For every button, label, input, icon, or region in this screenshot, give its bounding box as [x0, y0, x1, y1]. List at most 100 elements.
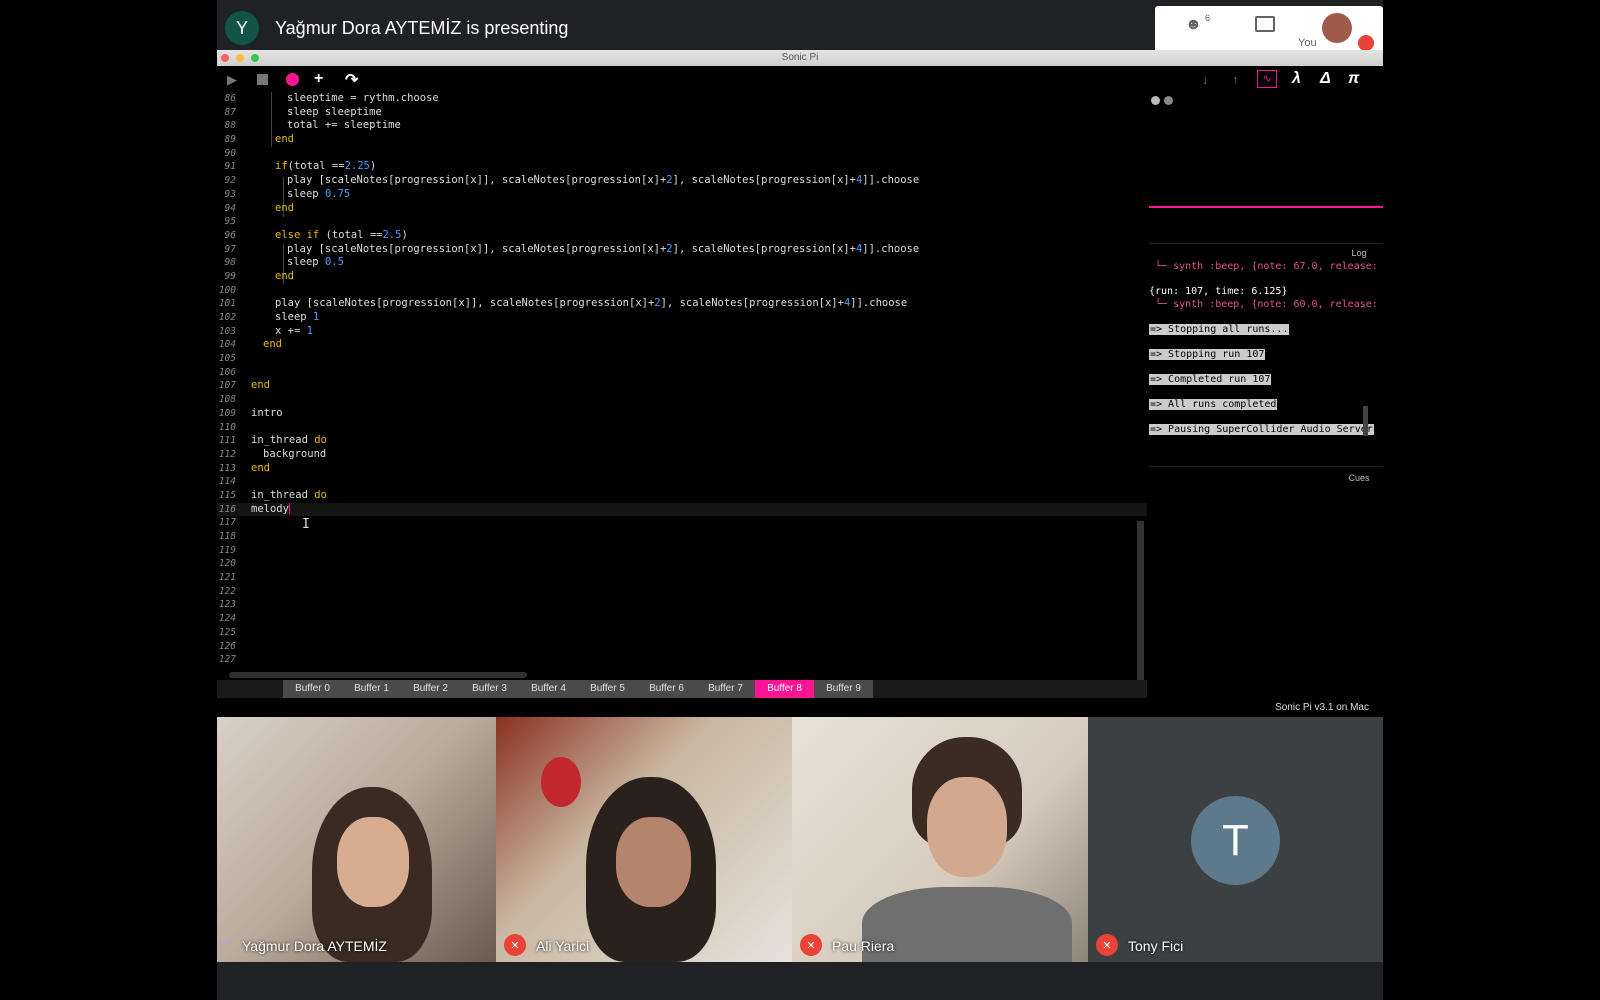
buffer-tab[interactable]: Buffer 5 — [578, 680, 637, 698]
code-line[interactable]: 95 — [217, 215, 1147, 229]
editor-horizontal-scrollbar[interactable] — [229, 672, 527, 678]
editor-vertical-scrollbar[interactable] — [1137, 521, 1144, 691]
code-line[interactable]: 126 — [217, 640, 1147, 654]
delta-icon[interactable]: Δ — [1320, 70, 1331, 88]
participant-tile[interactable]: ✕ Ali Yarici — [496, 717, 792, 962]
log-text: => Stopping run 107 — [1149, 349, 1266, 360]
line-number: 96 — [224, 229, 236, 241]
code-line[interactable]: 90 — [217, 147, 1147, 161]
code-line[interactable]: 103 x += 1 — [217, 325, 1147, 339]
code-line[interactable]: 118 — [217, 530, 1147, 544]
line-number: 103 — [218, 325, 236, 337]
code-line[interactable]: 89 end — [217, 133, 1147, 147]
log-scrollbar[interactable] — [1363, 406, 1368, 436]
log-entry: └─ synth :beep, {note: 60.0, release: 0.… — [1149, 299, 1383, 310]
code-line[interactable]: 104 end — [217, 338, 1147, 352]
participant-tile[interactable]: T ✕ Tony Fici — [1088, 717, 1383, 962]
meet-stage: Y Yağmur Dora AYTEMİZ is presenting ☻ 6 … — [217, 0, 1383, 1000]
code-line[interactable]: 117 — [217, 516, 1147, 530]
participant-face — [927, 777, 1007, 877]
scope-icon[interactable]: ∿ — [1257, 70, 1277, 88]
code-line[interactable]: 108 — [217, 393, 1147, 407]
lambda-icon[interactable]: λ — [1292, 70, 1301, 88]
buffer-tab[interactable]: Buffer 6 — [637, 680, 696, 698]
code-line[interactable]: 86 sleeptime = rythm.choose — [217, 92, 1147, 106]
code-line[interactable]: 109 intro — [217, 407, 1147, 421]
code-line[interactable]: 93 sleep 0.75 — [217, 188, 1147, 202]
code-line[interactable]: 115 in_thread do — [217, 489, 1147, 503]
code-text: sleep 0.5 — [287, 256, 344, 270]
code-line[interactable]: 116 melody — [217, 502, 1147, 517]
sonic-pi-body: ▶ + ↷ ↓ ↑ ∿ λ Δ π I 86 sleeptime = rythm.… — [217, 66, 1383, 717]
code-token: ], scaleNotes[progression[x]+ — [672, 174, 856, 187]
code-token: ], scaleNotes[progression[x]+ — [660, 297, 844, 310]
scope-close-icon[interactable] — [1151, 96, 1160, 105]
code-token: in_thread — [251, 488, 315, 501]
chat-icon[interactable] — [1255, 16, 1275, 32]
log-text: => Stopping all runs... — [1149, 324, 1290, 335]
code-line[interactable]: 98 sleep 0.5 — [217, 256, 1147, 270]
down-arrow-icon[interactable]: ↓ — [1202, 72, 1209, 87]
pi-icon[interactable]: π — [1348, 70, 1359, 88]
code-line[interactable]: 106 — [217, 366, 1147, 380]
code-text: end — [263, 338, 282, 352]
code-line[interactable]: 94 end — [217, 202, 1147, 216]
code-line[interactable]: 110 — [217, 421, 1147, 435]
log-entry: └─ synth :beep, {note: 67.0, release: 0.… — [1149, 261, 1383, 272]
buffer-tab[interactable]: Buffer 4 — [519, 680, 578, 698]
stop-icon[interactable] — [257, 74, 268, 85]
buffer-tab[interactable]: Buffer 1 — [342, 680, 401, 698]
code-line[interactable]: 105 — [217, 352, 1147, 366]
code-line[interactable]: 88 total += sleeptime — [217, 119, 1147, 133]
code-line[interactable]: 111 in_thread do — [217, 434, 1147, 448]
line-number: 109 — [218, 407, 236, 419]
scope-toggle-icon[interactable] — [1164, 96, 1173, 105]
log-text: => Pausing SuperCollider Audio Server — [1149, 424, 1374, 435]
code-line[interactable]: 127 — [217, 653, 1147, 667]
line-number: 102 — [218, 312, 236, 323]
buffer-tab[interactable]: Buffer 0 — [283, 680, 342, 698]
code-line[interactable]: 113 end — [217, 462, 1147, 476]
corner-icon[interactable]: ↷ — [345, 70, 358, 90]
code-editor[interactable]: I 86 sleeptime = rythm.choose 87 sleep slee… — [217, 92, 1147, 677]
code-line[interactable]: 119 — [217, 544, 1147, 558]
code-line[interactable]: 91 if(total ==2.25) — [217, 160, 1147, 174]
buffer-tab[interactable]: Buffer 8 — [755, 680, 814, 698]
participant-tile[interactable]: ✕ Pau Riera — [792, 717, 1088, 962]
mic-off-icon: ✕ — [800, 934, 822, 956]
code-line[interactable]: 96 else if (total ==2.5) — [217, 229, 1147, 243]
code-line[interactable]: 100 — [217, 284, 1147, 298]
code-line[interactable]: 124 — [217, 612, 1147, 626]
buffer-tab[interactable]: Buffer 3 — [460, 680, 519, 698]
code-line[interactable]: 122 — [217, 585, 1147, 599]
code-line[interactable]: 107 end — [217, 379, 1147, 393]
log-entry: => Stopping all runs... — [1149, 324, 1290, 335]
participant-tile[interactable]: •• Yağmur Dora AYTEMİZ — [217, 717, 496, 962]
code-line[interactable]: 101 play [scaleNotes[progression[x]], sca… — [217, 297, 1147, 311]
code-line[interactable]: 120 — [217, 557, 1147, 571]
plus-icon[interactable]: + — [314, 70, 323, 88]
code-line[interactable]: 92 play [scaleNotes[progression[x]], scal… — [217, 174, 1147, 188]
code-line[interactable]: 97 play [scaleNotes[progression[x]], scal… — [217, 243, 1147, 257]
participant-tiles: •• Yağmur Dora AYTEMİZ ✕ Ali Yarici ✕ Pa… — [217, 717, 1383, 962]
play-icon[interactable]: ▶ — [227, 72, 237, 88]
code-line[interactable]: 125 — [217, 626, 1147, 640]
code-token: end — [251, 461, 270, 474]
up-arrow-icon[interactable]: ↑ — [1232, 72, 1239, 87]
line-number: 88 — [224, 120, 236, 132]
buffer-tab[interactable]: Buffer 2 — [401, 680, 460, 698]
record-icon[interactable] — [286, 73, 299, 86]
buffer-tab[interactable]: Buffer 7 — [696, 680, 755, 698]
code-line[interactable]: 123 — [217, 598, 1147, 612]
code-line[interactable]: 114 — [217, 475, 1147, 489]
code-line[interactable]: 102 sleep 1 — [217, 311, 1147, 325]
line-number: 120 — [218, 558, 236, 570]
self-avatar[interactable] — [1322, 13, 1352, 43]
code-line[interactable]: 99 end — [217, 270, 1147, 284]
code-line[interactable]: 121 — [217, 571, 1147, 585]
buffer-tab[interactable]: Buffer 9 — [814, 680, 873, 698]
line-number: 98 — [224, 257, 236, 269]
code-line[interactable]: 112 background — [217, 448, 1147, 462]
code-line[interactable]: 87 sleep sleeptime — [217, 106, 1147, 120]
people-icon[interactable]: ☻ — [1185, 16, 1202, 34]
